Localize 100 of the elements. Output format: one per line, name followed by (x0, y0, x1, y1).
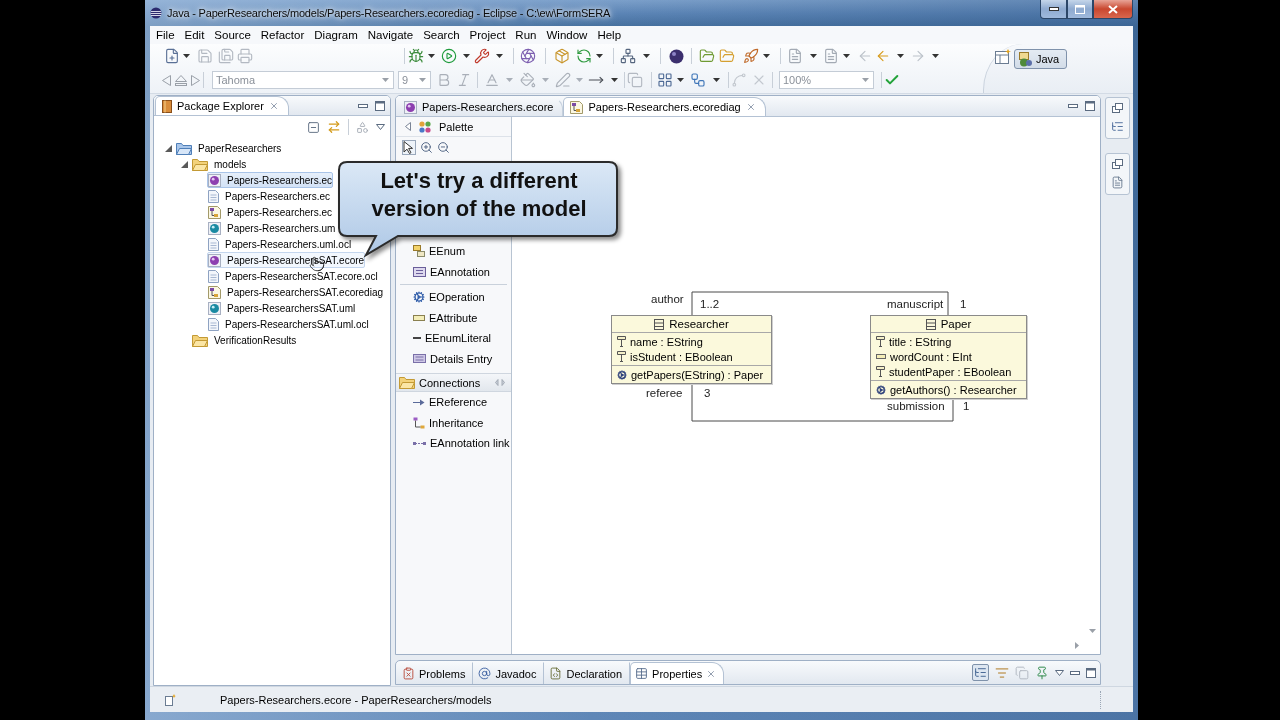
document-icon[interactable] (1111, 176, 1124, 189)
close-icon[interactable] (706, 668, 717, 679)
minimize-icon[interactable] (358, 103, 368, 108)
package-icon[interactable] (554, 48, 570, 64)
bug-icon[interactable] (408, 48, 424, 64)
class-box[interactable]: Paper title : EString wordCount : EInt studentPaper : EBoolean getAuthors() : Researcher (870, 315, 1027, 399)
left-triangle-icon[interactable] (162, 74, 171, 86)
editor-tab[interactable]: Papers-Researchers.ecore (397, 97, 564, 116)
minimize-button[interactable] (1040, 0, 1067, 19)
file-plus-icon[interactable] (164, 48, 180, 64)
palette-item[interactable]: Inheritance (396, 412, 511, 433)
menu-item[interactable]: Search (418, 29, 465, 41)
editor-tab[interactable]: Papers-Researchers.ecorediag (563, 97, 766, 116)
view-tab[interactable]: Package Explorer (155, 96, 289, 115)
restore-icon[interactable] (1112, 159, 1123, 169)
palette-drawer[interactable]: Connections (396, 373, 511, 392)
pen-icon[interactable] (555, 72, 571, 88)
right-triangle-icon[interactable] (191, 74, 200, 86)
shapes-icon[interactable] (356, 120, 369, 134)
dropdown-caret-icon[interactable] (611, 78, 618, 82)
italic-icon[interactable] (456, 72, 472, 88)
dropdown-caret-icon[interactable] (463, 54, 470, 58)
dropdown-caret-icon[interactable] (643, 54, 650, 58)
tree-item[interactable]: VerificationResults (191, 332, 298, 348)
open-folder-icon[interactable] (719, 48, 735, 64)
menu-item[interactable]: Source (209, 29, 256, 41)
zoom-in-icon[interactable] (420, 140, 433, 154)
dropdown-caret-icon[interactable] (843, 54, 850, 58)
palette-item[interactable]: EAttribute (396, 307, 511, 328)
class-box[interactable]: Researcher name : EString isStudent : EBoolean getPapers(EString) : Paper (611, 315, 772, 384)
tree-item[interactable]: Papers-ResearchersSAT.ecore.ocl (207, 268, 379, 284)
maximize-button[interactable] (1067, 0, 1093, 19)
menu-item[interactable]: Help (592, 29, 627, 41)
dropdown-caret-icon[interactable] (428, 54, 435, 58)
tree-item[interactable]: Papers-ResearchersSAT.ecorediag (207, 284, 384, 300)
palette-item[interactable]: EAnnotation (396, 261, 511, 282)
dropdown-caret-icon[interactable] (596, 54, 603, 58)
menu-item[interactable]: Run (510, 29, 542, 41)
sphere-icon[interactable] (669, 48, 684, 64)
wrench-icon[interactable] (474, 48, 490, 64)
menu-item[interactable]: Navigate (362, 29, 419, 41)
tree-item[interactable]: Papers-Researchers.um (207, 220, 337, 236)
tree-item[interactable]: Papers-ResearchersSAT.uml (207, 300, 357, 316)
document-icon[interactable] (787, 48, 803, 64)
dropdown-caret-icon[interactable] (932, 54, 939, 58)
scroll-down-arrow-icon[interactable] (1089, 629, 1096, 633)
view-tab[interactable]: Problems (397, 662, 474, 684)
swap-arrows-icon[interactable] (327, 120, 341, 134)
letter-a-icon[interactable] (484, 72, 500, 88)
tree-item[interactable]: Papers-Researchers.ec (207, 204, 334, 220)
palette-item[interactable]: EAnnotation link (396, 433, 511, 454)
expanded-arrow-icon[interactable] (180, 160, 188, 168)
toggle-button[interactable] (972, 664, 989, 681)
tree-item[interactable]: models (191, 156, 248, 172)
dropdown-caret-icon[interactable] (810, 54, 817, 58)
tree-item[interactable]: Papers-Researchers.uml.ocl (207, 236, 353, 252)
restore-icon[interactable] (1112, 103, 1123, 113)
dropdown-caret-icon[interactable] (897, 54, 904, 58)
maximize-icon[interactable] (1085, 101, 1095, 111)
minus-square-icon[interactable] (307, 120, 320, 134)
dropdown-caret-icon[interactable] (713, 78, 720, 82)
tree-item[interactable]: Papers-ResearchersSAT.ecore (207, 252, 366, 268)
tree-item[interactable]: Papers-ResearchersSAT.uml.ocl (207, 316, 370, 332)
grid-icon[interactable] (657, 72, 673, 88)
close-icon[interactable] (745, 102, 756, 112)
selection-tool-button[interactable] (402, 139, 416, 155)
down-triangle-icon[interactable] (376, 124, 385, 130)
dropdown-caret-icon[interactable] (763, 54, 770, 58)
menu-item[interactable]: Diagram (309, 29, 363, 41)
tree-list-icon[interactable] (1111, 120, 1124, 133)
aperture-icon[interactable] (520, 48, 536, 64)
view-tab[interactable]: Properties (630, 662, 725, 684)
dropdown-caret-icon[interactable] (183, 54, 190, 58)
menu-item[interactable]: Window (541, 29, 593, 41)
down-triangle-icon[interactable] (1055, 669, 1064, 676)
dropdown-caret-icon[interactable] (677, 78, 684, 82)
minimize-icon[interactable] (1068, 104, 1078, 108)
tree-item[interactable]: Papers-Researchers.ec (207, 188, 332, 204)
palette-item[interactable]: Details Entry (396, 348, 511, 369)
tree-item[interactable]: Papers-Researchers.ec (207, 172, 334, 188)
dropdown-caret-icon[interactable] (496, 54, 503, 58)
bold-icon[interactable] (436, 72, 452, 88)
perspective-button[interactable]: Java (1014, 49, 1068, 69)
play-icon[interactable] (441, 48, 457, 64)
view-tab[interactable]: Javadoc (473, 662, 545, 684)
menu-item[interactable]: Edit (179, 29, 210, 41)
left-triangle-icon[interactable] (405, 122, 411, 131)
menu-item[interactable]: Refactor (255, 29, 310, 41)
close-button[interactable] (1093, 0, 1133, 19)
connected-boxes-icon[interactable] (690, 72, 706, 88)
expanded-arrow-icon[interactable] (164, 144, 172, 152)
zoom-out-icon[interactable] (437, 140, 450, 154)
close-icon[interactable] (268, 101, 279, 111)
open-folder-icon[interactable] (699, 48, 715, 64)
palette-item[interactable]: EEnum (396, 241, 511, 262)
paint-bucket-icon[interactable] (520, 72, 536, 88)
eject-icon[interactable] (175, 74, 187, 86)
network-icon[interactable] (620, 48, 636, 64)
palette-item[interactable]: EOperation (396, 287, 511, 308)
rocket-icon[interactable] (743, 48, 759, 64)
